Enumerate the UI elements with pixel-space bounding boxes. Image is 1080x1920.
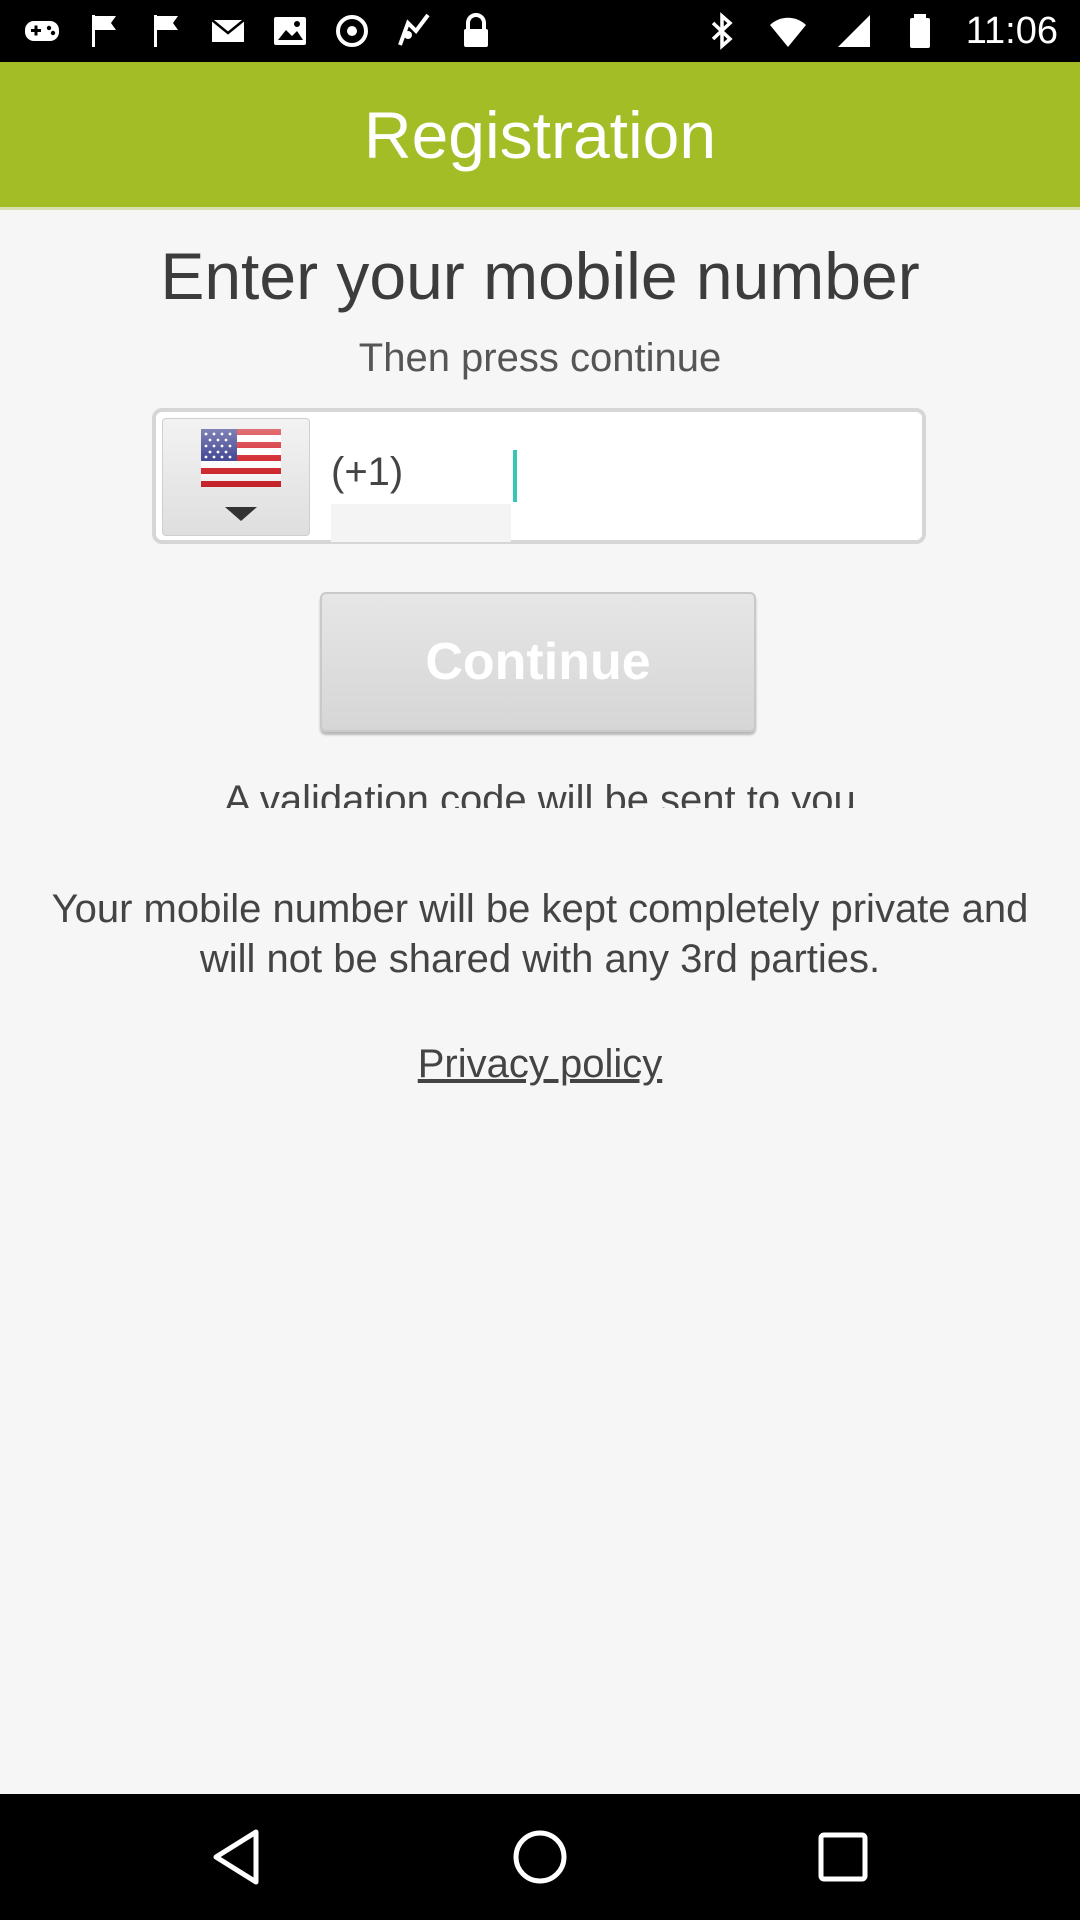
back-icon[interactable] <box>202 1822 272 1892</box>
privacy-note: Your mobile number will be kept complete… <box>51 887 1029 981</box>
flag-icon <box>84 11 124 51</box>
flag-icon <box>146 11 186 51</box>
navigation-bar <box>0 1794 1080 1920</box>
privacy-policy-link[interactable]: Privacy policy <box>0 1042 1080 1087</box>
validation-note-container: A validation code will be sent to you <box>0 770 1080 808</box>
lock-icon <box>456 11 496 51</box>
sync-icon <box>332 11 372 51</box>
registration-screen: 11:06 Registration Enter your mobile num… <box>0 0 1080 1920</box>
battery-icon <box>900 11 940 51</box>
email-icon <box>208 11 248 51</box>
continue-button[interactable]: Continue <box>320 592 756 732</box>
status-clock: 11:06 <box>965 9 1058 52</box>
chevron-down-icon <box>225 507 257 521</box>
photo-icon <box>270 11 310 51</box>
country-code-underlay <box>331 504 511 542</box>
app-header: Registration <box>0 62 1080 210</box>
page-title: Registration <box>363 97 717 172</box>
subheading: Then press continue <box>358 336 722 380</box>
notification-icons <box>22 8 496 54</box>
main-heading: Enter your mobile number <box>160 239 920 313</box>
home-icon[interactable] <box>505 1822 575 1892</box>
phone-number-input[interactable] <box>511 418 911 536</box>
wifi-icon <box>768 11 808 51</box>
signal-icon <box>834 11 874 51</box>
phone-number-row: (+1) <box>152 408 926 544</box>
text-cursor <box>513 450 517 502</box>
recents-icon[interactable] <box>808 1822 878 1892</box>
gamepad-icon <box>22 11 62 51</box>
bluetooth-icon <box>702 11 742 51</box>
country-code: (+1) <box>331 450 404 494</box>
system-icons: 11:06 <box>702 8 1058 54</box>
location-icon <box>394 11 434 51</box>
us-flag-icon <box>201 429 281 487</box>
country-picker-button[interactable] <box>162 418 310 536</box>
status-bar: 11:06 <box>0 0 1080 62</box>
validation-note: A validation code will be sent to you <box>224 778 856 808</box>
